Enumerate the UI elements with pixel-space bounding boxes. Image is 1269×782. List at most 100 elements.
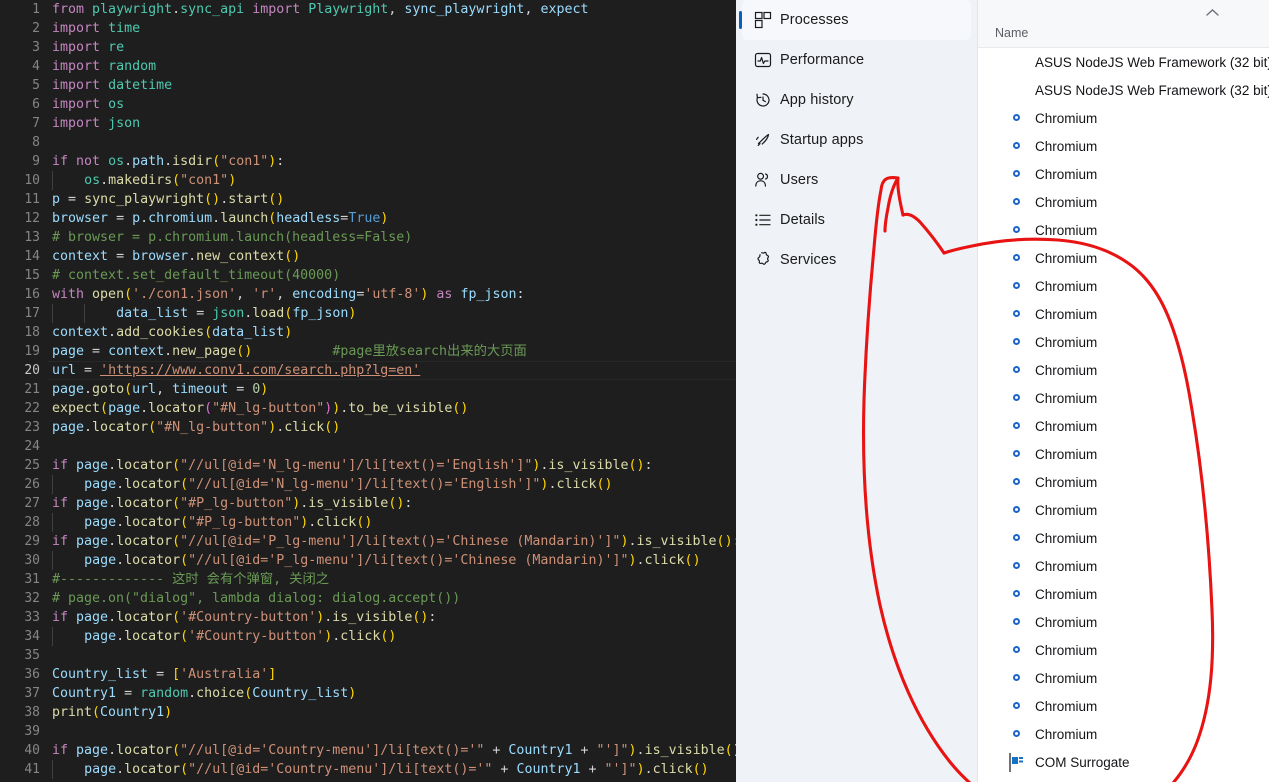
code-line[interactable]: 36 Country_list = ['Australia'] <box>0 665 736 684</box>
process-name: Chromium <box>1035 446 1098 462</box>
code-line[interactable]: 12 browser = p.chromium.launch(headless=T… <box>0 209 736 228</box>
process-list-panel[interactable]: Name ASUS NodeJS Web Framework (32 bit) A… <box>977 0 1269 782</box>
code-line[interactable]: 22 expect(page.locator("#N_lg-button")).t… <box>0 399 736 418</box>
process-name: Chromium <box>1035 418 1098 434</box>
process-row[interactable]: Chromium <box>978 412 1269 440</box>
process-row[interactable]: Chromium <box>978 160 1269 188</box>
code-editor[interactable]: 1 from playwright.sync_api import Playwri… <box>0 0 736 782</box>
process-row[interactable]: Chromium <box>978 216 1269 244</box>
code-line[interactable]: 20 url = 'https://www.conv1.com/search.ph… <box>0 361 736 380</box>
code-text: if page.locator("//ul[@id='Country-menu'… <box>52 743 736 758</box>
code-line[interactable]: 39 <box>0 722 736 741</box>
process-row[interactable]: Chromium <box>978 440 1269 468</box>
nav-item-app-history[interactable]: App history <box>742 80 971 120</box>
nav-item-performance[interactable]: Performance <box>742 40 971 80</box>
code-line[interactable]: 2 import time <box>0 19 736 38</box>
process-row[interactable]: Chromium <box>978 384 1269 412</box>
process-row[interactable]: Chromium <box>978 580 1269 608</box>
code-line[interactable]: 27 if page.locator("#P_lg-button").is_vis… <box>0 494 736 513</box>
process-row[interactable]: Chromium <box>978 328 1269 356</box>
code-line[interactable]: 11 p = sync_playwright().start() <box>0 190 736 209</box>
code-text: context = browser.new_context() <box>52 249 301 264</box>
code-line[interactable]: 37 Country1 = random.choice(Country_list) <box>0 684 736 703</box>
process-row[interactable]: Chromium <box>978 524 1269 552</box>
process-name: Chromium <box>1035 306 1098 322</box>
chromium-icon <box>1009 306 1025 322</box>
code-line[interactable]: 26 page.locator("//ul[@id='N_lg-menu']/l… <box>0 475 736 494</box>
code-line[interactable]: 9 if not os.path.isdir("con1"): <box>0 152 736 171</box>
code-text: import json <box>52 116 141 131</box>
code-line[interactable]: 6 import os <box>0 95 736 114</box>
process-row[interactable]: Chromium <box>978 356 1269 384</box>
process-row[interactable]: Chromium <box>978 300 1269 328</box>
code-line[interactable]: 16 with open('./con1.json', 'r', encoding… <box>0 285 736 304</box>
code-line[interactable]: 3 import re <box>0 38 736 57</box>
nav-item-users[interactable]: Users <box>742 160 971 200</box>
process-row[interactable]: Chromium <box>978 104 1269 132</box>
code-line[interactable]: 31 #------------- 这时 会有个弹窗, 关闭之 <box>0 570 736 589</box>
code-line[interactable]: 8 <box>0 133 736 152</box>
code-line[interactable]: 21 page.goto(url, timeout = 0) <box>0 380 736 399</box>
process-row[interactable]: Chromium <box>978 272 1269 300</box>
column-header-name[interactable]: Name <box>995 26 1028 40</box>
task-manager-nav[interactable]: Processes Performance App history Startup a… <box>736 0 977 782</box>
code-line[interactable]: 1 from playwright.sync_api import Playwri… <box>0 0 736 19</box>
process-row[interactable]: Chromium <box>978 692 1269 720</box>
process-name: Chromium <box>1035 558 1098 574</box>
line-number: 14 <box>24 249 40 264</box>
code-line[interactable]: 5 import datetime <box>0 76 736 95</box>
code-line[interactable]: 38 print(Country1) <box>0 703 736 722</box>
process-name: Chromium <box>1035 166 1098 182</box>
code-line[interactable]: 34 page.locator('#Country-button').click… <box>0 627 736 646</box>
process-row[interactable]: Chromium <box>978 608 1269 636</box>
code-line[interactable]: 30 page.locator("//ul[@id='P_lg-menu']/l… <box>0 551 736 570</box>
process-row[interactable]: Chromium <box>978 496 1269 524</box>
code-line[interactable]: 7 import json <box>0 114 736 133</box>
process-rows[interactable]: ASUS NodeJS Web Framework (32 bit) ASUS N… <box>978 48 1269 776</box>
code-text: if page.locator("#P_lg-button").is_visib… <box>52 496 413 511</box>
process-row[interactable]: Chromium <box>978 636 1269 664</box>
process-row[interactable]: Chromium <box>978 468 1269 496</box>
process-name: Chromium <box>1035 278 1098 294</box>
nav-item-details[interactable]: Details <box>742 200 971 240</box>
process-row[interactable]: Chromium <box>978 720 1269 748</box>
code-line[interactable]: 28 page.locator("#P_lg-button").click() <box>0 513 736 532</box>
nav-item-processes[interactable]: Processes <box>739 0 971 40</box>
process-row[interactable]: Chromium <box>978 132 1269 160</box>
code-line[interactable]: 4 import random <box>0 57 736 76</box>
chromium-icon <box>1009 670 1025 686</box>
process-name: Chromium <box>1035 502 1098 518</box>
code-line[interactable]: 29 if page.locator("//ul[@id='P_lg-menu']… <box>0 532 736 551</box>
line-number: 31 <box>24 572 40 587</box>
process-row[interactable]: Chromium <box>978 244 1269 272</box>
process-row[interactable]: Chromium <box>978 664 1269 692</box>
chromium-icon <box>1009 362 1025 378</box>
code-line[interactable]: 18 context.add_cookies(data_list) <box>0 323 736 342</box>
code-line[interactable]: 40 if page.locator("//ul[@id='Country-men… <box>0 741 736 760</box>
code-line[interactable]: 25 if page.locator("//ul[@id='N_lg-menu']… <box>0 456 736 475</box>
code-line[interactable]: 10 os.makedirs("con1") <box>0 171 736 190</box>
code-line[interactable]: 33 if page.locator('#Country-button').is_… <box>0 608 736 627</box>
process-row[interactable]: COM Surrogate <box>978 748 1269 776</box>
process-row[interactable]: Chromium <box>978 552 1269 580</box>
code-line[interactable]: 19 page = context.new_page() #page里放searc… <box>0 342 736 361</box>
code-line[interactable]: 17 data_list = json.load(fp_json) <box>0 304 736 323</box>
code-line[interactable]: 24 <box>0 437 736 456</box>
nav-item-services[interactable]: Services <box>742 240 971 280</box>
code-line[interactable]: 14 context = browser.new_context() <box>0 247 736 266</box>
line-number: 8 <box>32 135 40 150</box>
process-row[interactable]: ASUS NodeJS Web Framework (32 bit) <box>978 48 1269 76</box>
code-line[interactable]: 23 page.locator("#N_lg-button").click() <box>0 418 736 437</box>
process-row[interactable]: Chromium <box>978 188 1269 216</box>
code-line[interactable]: 15 # context.set_default_timeout(40000) <box>0 266 736 285</box>
code-line[interactable]: 32 # page.on("dialog", lambda dialog: dia… <box>0 589 736 608</box>
code-line[interactable]: 13 # browser = p.chromium.launch(headless… <box>0 228 736 247</box>
nav-item-label: Performance <box>780 52 865 68</box>
code-line[interactable]: 35 <box>0 646 736 665</box>
nav-item-startup-apps[interactable]: Startup apps <box>742 120 971 160</box>
process-row[interactable]: ASUS NodeJS Web Framework (32 bit) <box>978 76 1269 104</box>
code-line[interactable]: 41 page.locator("//ul[@id='Country-menu'… <box>0 760 736 779</box>
column-header-row[interactable]: Name <box>978 20 1269 48</box>
line-number: 6 <box>32 97 40 112</box>
details-icon <box>746 211 780 229</box>
